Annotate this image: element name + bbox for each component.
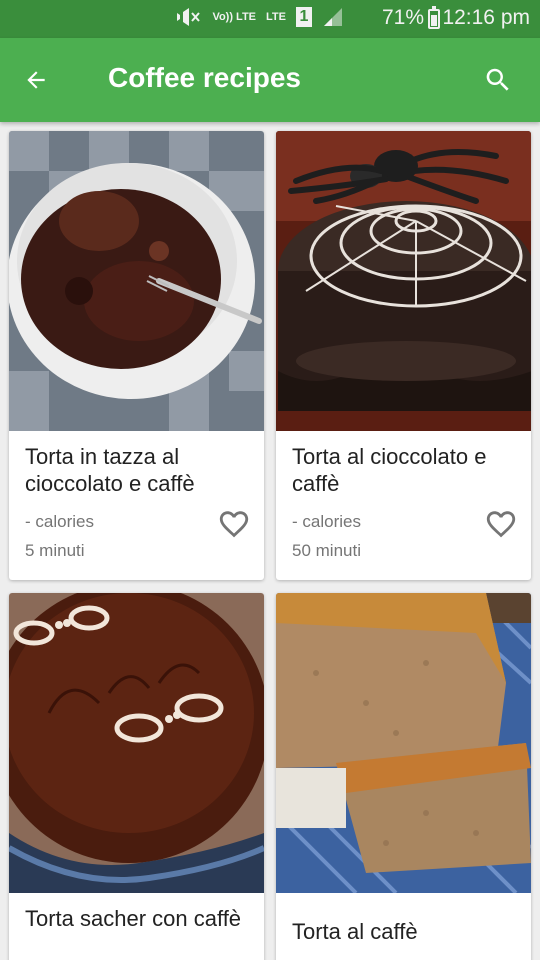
recipe-card[interactable]: Torta al cioccolato e caffè - calories 5…: [276, 131, 531, 580]
lte-label: LTE: [266, 11, 286, 23]
sim-slot-badge: 1: [296, 7, 312, 27]
arrow-back-icon: [27, 71, 45, 89]
recipe-image-mug-cake: [9, 131, 264, 431]
recipe-card[interactable]: Torta al caffè: [276, 593, 531, 960]
app-bar: Coffee recipes: [0, 38, 540, 122]
volte-label: Vo)) LTE: [212, 11, 257, 23]
recipe-image-sacher-cake: [9, 593, 264, 893]
heart-outline-icon[interactable]: [483, 507, 519, 541]
recipe-title: Torta in tazza al cioccolato e caffè: [25, 444, 195, 496]
lte-indicator: LTE: [266, 11, 286, 23]
recipe-title: Torta al cioccolato e caffè: [292, 444, 487, 496]
search-icon: [486, 68, 509, 91]
recipe-image-coffee-cake: [276, 593, 531, 893]
back-button[interactable]: [14, 58, 58, 102]
clock: 12:16 pm: [442, 6, 530, 29]
battery-percent: 71%: [381, 6, 424, 29]
search-button[interactable]: [476, 58, 520, 102]
recipe-time: 5 minuti: [25, 541, 85, 560]
volte-indicator: Vo)) LTE: [212, 11, 257, 23]
recipe-image-spider-cake: [276, 131, 531, 431]
battery-icon: [428, 6, 440, 29]
status-bar: Vo)) LTE LTE 1 71% 12:16 pm: [0, 0, 540, 38]
recipe-title: Torta al caffè: [292, 919, 418, 944]
recipe-calories: - calories: [292, 512, 361, 531]
recipe-time: 50 minuti: [292, 541, 361, 560]
page-title: Coffee recipes: [108, 62, 301, 93]
recipe-card[interactable]: Torta in tazza al cioccolato e caffè - c…: [9, 131, 264, 580]
recipe-calories: - calories: [25, 512, 94, 531]
recipe-card[interactable]: Torta sacher con caffè: [9, 593, 264, 960]
heart-outline-icon[interactable]: [216, 507, 252, 541]
vibrate-mute-icon: [177, 8, 201, 26]
status-icons: Vo)) LTE LTE 1: [174, 6, 344, 28]
signal-icon: [324, 8, 342, 26]
recipe-title: Torta sacher con caffè: [25, 906, 242, 931]
